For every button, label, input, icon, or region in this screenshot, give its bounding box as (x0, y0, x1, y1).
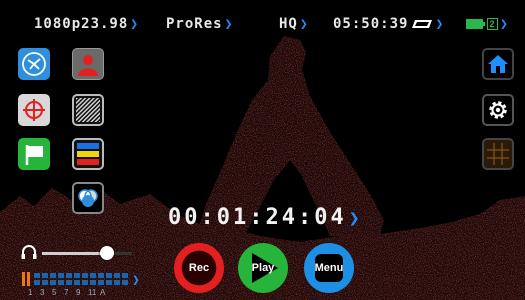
rec-button[interactable]: Rec (174, 243, 224, 293)
home-button[interactable] (482, 48, 514, 80)
time-remaining-value: 05:50:39 (333, 16, 409, 32)
false-color-button[interactable] (72, 48, 104, 80)
chevron-right-icon: ❯ (299, 16, 309, 32)
volume-slider-handle[interactable] (99, 246, 114, 260)
time-remaining-readout[interactable]: 05:50:39 ❯ (333, 14, 444, 34)
focus-assist-button[interactable] (18, 48, 50, 80)
resolution-value: 1080p23.98 (34, 16, 129, 32)
audio-peak-bars (22, 272, 30, 286)
channel-label: 9 (76, 288, 81, 297)
volume-slider-fill (42, 252, 107, 255)
channel-label: A (100, 288, 106, 297)
lut-icon (77, 143, 99, 165)
battery-cell-count: 2 (487, 18, 498, 30)
chevron-right-icon: ❯ (224, 16, 234, 32)
crosshair-button[interactable] (18, 94, 50, 126)
tag-flag-button[interactable] (18, 138, 50, 170)
audio-level-bars (34, 273, 128, 285)
chevron-right-icon: ❯ (500, 16, 509, 32)
grid-icon (487, 143, 509, 165)
timecode-readout[interactable]: 00:01:24:04 ❯ (168, 205, 363, 230)
channel-label: 3 (40, 288, 45, 297)
channel-label: 5 (52, 288, 57, 297)
color-channels-button[interactable] (72, 182, 104, 214)
channel-label: 11 (88, 288, 97, 297)
channel-label: 7 (64, 288, 69, 297)
zebra-button[interactable] (72, 94, 104, 126)
codec-value: ProRes (166, 16, 223, 32)
quality-readout[interactable]: HQ ❯ (279, 14, 309, 34)
menu-label: Menu (314, 262, 344, 274)
chevron-right-icon: ❯ (132, 273, 140, 286)
zebra-icon (76, 98, 100, 122)
tag-flag-icon (25, 145, 43, 165)
resolution-readout[interactable]: 1080p23.98 ❯ (34, 14, 139, 34)
settings-button[interactable] (482, 94, 514, 126)
settings-icon (489, 101, 507, 119)
channel-label: 1 (28, 288, 33, 297)
lut-button[interactable] (72, 138, 104, 170)
color-channels-icon (78, 189, 98, 207)
focus-assist-icon (22, 52, 46, 76)
monitor-screen: 1080p23.98 ❯ ProRes ❯ HQ ❯ 05:50:39 ❯ 2 ❯ (0, 0, 525, 300)
disk-icon (412, 20, 433, 28)
quality-value: HQ (279, 16, 298, 32)
home-icon (488, 55, 508, 73)
play-label: Play (251, 262, 275, 274)
rec-label: Rec (188, 262, 210, 274)
menu-button[interactable]: Menu (304, 243, 354, 293)
play-button[interactable]: Play (238, 243, 288, 293)
audio-meters[interactable]: ❯ (22, 272, 146, 286)
false-color-icon (78, 55, 98, 76)
chevron-right-icon: ❯ (348, 208, 363, 229)
volume-slider-track[interactable] (42, 252, 132, 255)
headphones-icon (21, 245, 37, 259)
chevron-right-icon: ❯ (130, 16, 140, 32)
chevron-right-icon: ❯ (435, 16, 445, 32)
crosshair-icon (23, 99, 45, 121)
audio-channel-labels: 1 3 5 7 9 11 A (28, 288, 112, 297)
codec-readout[interactable]: ProRes ❯ (166, 14, 233, 34)
grid-button[interactable] (482, 138, 514, 170)
timecode-value: 00:01:24:04 (168, 205, 347, 230)
battery-icon (466, 19, 485, 29)
battery-readout[interactable]: 2 ❯ (466, 14, 509, 34)
